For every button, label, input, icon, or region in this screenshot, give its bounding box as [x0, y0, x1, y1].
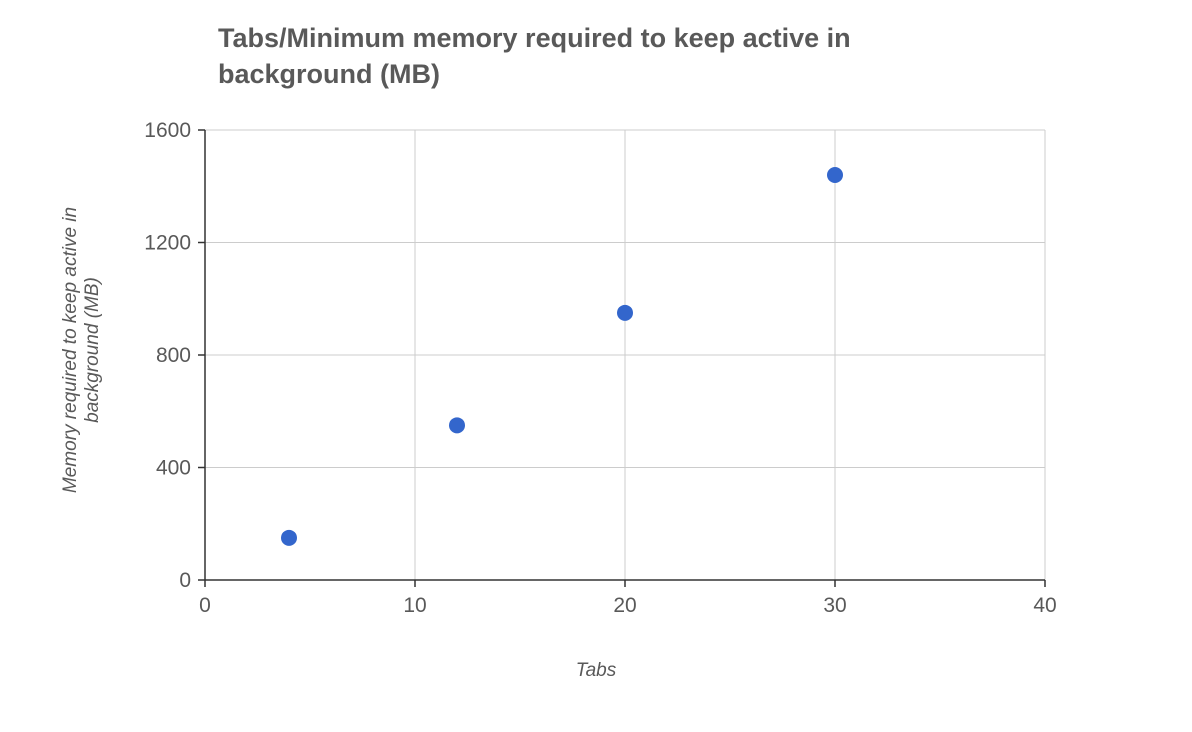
y-tick-label: 400	[156, 457, 191, 480]
data-point	[449, 417, 465, 433]
x-tick-label: 20	[613, 594, 636, 617]
data-point	[617, 305, 633, 321]
y-tick-label: 1600	[144, 119, 191, 142]
data-point	[281, 530, 297, 546]
x-tick-label: 30	[823, 594, 846, 617]
chart-svg: 010203040040080012001600	[0, 0, 1192, 732]
data-point	[827, 167, 843, 183]
x-tick-label: 40	[1033, 594, 1056, 617]
y-tick-label: 1200	[144, 232, 191, 255]
y-tick-label: 0	[179, 569, 191, 592]
x-tick-label: 0	[199, 594, 211, 617]
x-axis-label: Tabs	[0, 660, 1192, 682]
y-tick-label: 800	[156, 344, 191, 367]
x-tick-label: 10	[403, 594, 426, 617]
chart-container: Tabs/Minimum memory required to keep act…	[0, 0, 1192, 732]
